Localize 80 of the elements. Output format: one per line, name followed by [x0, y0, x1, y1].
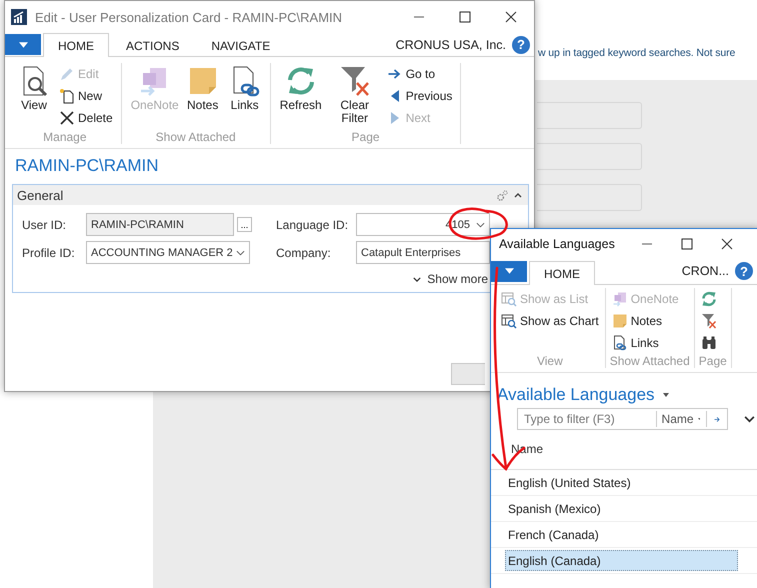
caret-icon [504, 268, 514, 274]
binoculars-icon [700, 334, 717, 350]
page-text: w up in tagged keyword searches. Not sure [538, 47, 736, 59]
filter-field[interactable]: Type to filter (F3) Name [517, 408, 728, 430]
field-label: User ID: [22, 218, 68, 232]
ribbon-button[interactable]: Previous [384, 85, 454, 106]
ribbon-button[interactable]: View [15, 63, 53, 130]
input-field[interactable] [537, 184, 642, 211]
maximize-icon [681, 238, 693, 250]
list-row[interactable]: English (United States) [505, 472, 738, 493]
page-heading: Available Languages [497, 385, 655, 405]
ribbon-button[interactable]: Go to [384, 63, 454, 84]
caret-icon [698, 417, 700, 421]
group-label: Page [350, 130, 381, 144]
list-row[interactable]: English (Canada) [505, 550, 738, 571]
app-icon [11, 9, 27, 25]
input-field[interactable]: ACCOUNTING MANAGER 2 [86, 241, 250, 264]
input-field[interactable] [537, 102, 642, 129]
sticky-note-icon [612, 312, 628, 328]
window-title: Edit - User Personalization Card - RAMIN-PC\RAMIN [35, 10, 342, 24]
group-label: Manage [42, 130, 88, 144]
assist-button[interactable]: ... [237, 217, 252, 232]
close-icon [721, 238, 733, 250]
table-magnifier-icon [501, 290, 517, 306]
ribbon-button[interactable]: New [57, 85, 115, 106]
arrow-right-icon[interactable] [714, 414, 720, 424]
company-name: CRONUS USA, Inc. [396, 38, 506, 52]
app-menu-button[interactable] [491, 260, 527, 282]
section-title: General [17, 188, 64, 202]
ribbon-button[interactable]: Delete [57, 107, 115, 128]
collapse-caret-icon[interactable] [514, 192, 522, 198]
table-magnifier-icon [501, 312, 517, 328]
chevron-down-icon [413, 276, 422, 282]
pencil-icon [59, 66, 75, 82]
caret-icon [18, 42, 28, 48]
input-field[interactable] [537, 143, 642, 170]
group-label: Page [698, 354, 727, 368]
group-label: Show Attached [154, 130, 237, 144]
notebook-icon [612, 290, 628, 306]
list-row[interactable]: Spanish (Mexico) [505, 498, 738, 519]
cross-icon [59, 110, 75, 126]
new-document-icon [59, 88, 75, 104]
ribbon-tab[interactable]: HOME [529, 261, 595, 285]
ribbon-button[interactable]: Notes [610, 310, 681, 331]
close-icon [505, 11, 517, 23]
company-name: CRON... [682, 264, 729, 278]
gears-icon[interactable] [497, 190, 508, 200]
ribbon-tab[interactable]: ACTIONS [111, 34, 194, 56]
field-label: Company: [276, 246, 332, 260]
chevron-down-icon [236, 250, 245, 256]
ribbon-tab[interactable]: HOME [43, 33, 109, 57]
app-menu-button[interactable] [5, 34, 41, 55]
group-label: Show Attached [610, 354, 690, 368]
ribbon-button[interactable]: Show as Chart [499, 310, 601, 331]
chevron-down-icon[interactable] [744, 416, 755, 422]
refresh-icon [700, 290, 717, 306]
document-link-icon [612, 334, 628, 350]
page-heading: RAMIN-PC\RAMIN [15, 156, 160, 176]
show-more-link[interactable]: Show more [427, 272, 488, 286]
funnel-cross-icon [700, 312, 717, 328]
caret-icon[interactable] [662, 393, 669, 397]
chevron-down-icon [476, 222, 485, 228]
ribbon-button[interactable]: Notes [184, 63, 222, 130]
input-field[interactable]: Catapult Enterprises [356, 241, 490, 264]
ribbon-tab[interactable]: NAVIGATE [196, 34, 286, 56]
ribbon-button[interactable]: Links [226, 63, 264, 130]
help-button[interactable]: ? [735, 262, 753, 280]
filter-column-dropdown[interactable]: Name [656, 412, 698, 426]
funnel-cross-icon [338, 65, 371, 97]
list-row[interactable]: French (Canada) [505, 524, 738, 545]
window-title: Available Languages [499, 236, 615, 250]
ribbon-button[interactable]: Clear Filter [328, 63, 381, 130]
help-button[interactable]: ? [512, 36, 530, 54]
group-label: View [536, 354, 564, 368]
ribbon-button[interactable]: Links [610, 332, 681, 353]
input-field[interactable]: RAMIN-PC\RAMIN [86, 213, 234, 236]
ribbon-button[interactable]: Refresh [276, 63, 325, 130]
field-label: Language ID: [276, 218, 350, 232]
field-label: Profile ID: [22, 246, 76, 260]
maximize-icon [459, 11, 471, 23]
